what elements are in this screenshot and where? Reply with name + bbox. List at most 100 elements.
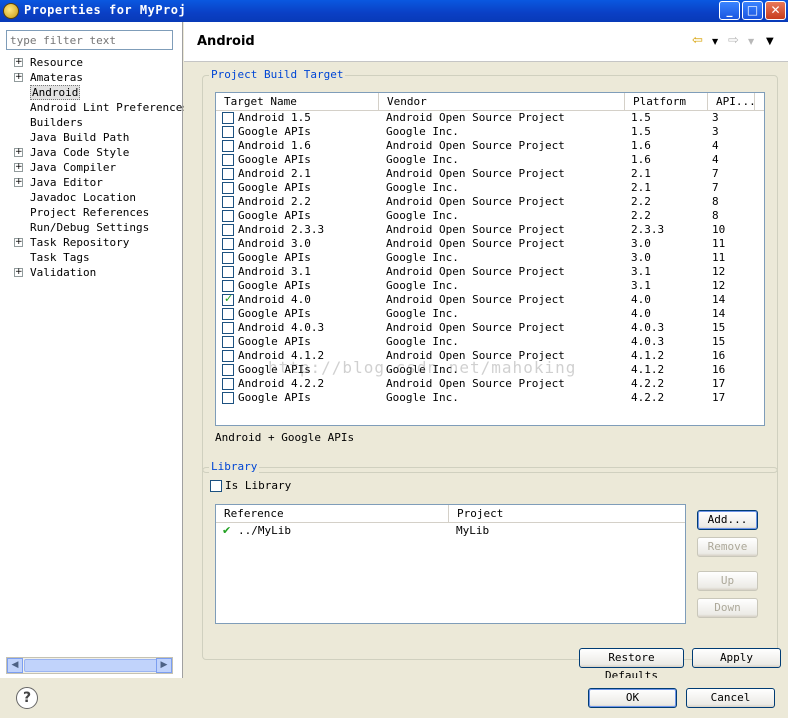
target-checkbox[interactable]	[222, 392, 234, 404]
target-checkbox[interactable]	[222, 154, 234, 166]
target-row[interactable]: Google APIs Google Inc. 4.2.2 17	[216, 391, 764, 405]
library-row[interactable]: ✔ ../MyLib MyLib	[216, 523, 685, 539]
target-row[interactable]: Android 1.5 Android Open Source Project 1.…	[216, 111, 764, 125]
tree-item-java-build-path[interactable]: Java Build Path	[14, 130, 189, 145]
tree-item-amateras[interactable]: + Amateras	[14, 70, 189, 85]
target-checkbox[interactable]	[222, 266, 234, 278]
target-row[interactable]: Android 4.0 Android Open Source Project 4.…	[216, 292, 764, 307]
library-header: Reference Project	[216, 505, 685, 523]
target-checkbox[interactable]	[222, 378, 234, 390]
maximize-button[interactable]: □	[742, 1, 763, 20]
tree-item-resource[interactable]: + Resource	[14, 55, 189, 70]
expand-icon[interactable]: +	[14, 148, 23, 157]
target-checkbox[interactable]	[222, 280, 234, 292]
target-checkbox[interactable]	[222, 182, 234, 194]
tree-item-task-repository[interactable]: + Task Repository	[14, 235, 189, 250]
apply-button[interactable]: Apply	[692, 648, 781, 668]
tree-item-android-lint-preferences[interactable]: Android Lint Preferences	[14, 100, 189, 115]
is-library-label: Is Library	[225, 479, 292, 492]
tree-item-builders[interactable]: Builders	[14, 115, 189, 130]
up-button[interactable]: Up	[697, 571, 758, 591]
tree-item-project-references[interactable]: Project References	[14, 205, 189, 220]
restore-defaults-button[interactable]: Restore Defaults	[579, 648, 684, 682]
help-icon[interactable]: ?	[16, 687, 38, 709]
forward-dropdown-icon[interactable]: ▼	[748, 37, 754, 46]
target-row[interactable]: Google APIs Google Inc. 4.0.3 15	[216, 335, 764, 349]
target-row[interactable]: Google APIs Google Inc. 3.1 12	[216, 279, 764, 293]
view-menu-icon[interactable]: ▼	[766, 36, 774, 47]
tree-item-android[interactable]: Android	[14, 85, 189, 100]
target-checkbox[interactable]	[222, 292, 234, 306]
target-checkbox[interactable]	[222, 210, 234, 222]
target-checkbox[interactable]	[222, 336, 234, 348]
add-button[interactable]: Add...	[697, 510, 758, 530]
target-row[interactable]: Android 2.3.3 Android Open Source Project…	[216, 223, 764, 237]
target-checkbox[interactable]	[222, 168, 234, 180]
expand-icon[interactable]: +	[14, 268, 23, 277]
target-row[interactable]: Android 4.0.3 Android Open Source Project…	[216, 321, 764, 335]
target-row[interactable]: Google APIs Google Inc. 3.0 11	[216, 251, 764, 265]
target-row[interactable]: Google APIs Google Inc. 2.2 8	[216, 209, 764, 223]
target-api-cell: 4	[712, 153, 719, 166]
expand-icon[interactable]: +	[14, 163, 23, 172]
target-row[interactable]: Android 3.1 Android Open Source Project 3.…	[216, 265, 764, 279]
target-checkbox[interactable]	[222, 126, 234, 138]
target-checkbox[interactable]	[222, 322, 234, 334]
column-platform[interactable]: Platform	[625, 93, 708, 111]
target-row[interactable]: Android 2.1 Android Open Source Project 2.…	[216, 167, 764, 181]
ok-button[interactable]: OK	[588, 688, 677, 708]
target-row[interactable]: Google APIs Google Inc. 2.1 7	[216, 181, 764, 195]
expand-icon[interactable]: +	[14, 73, 23, 82]
horizontal-scrollbar[interactable]: ◀ ▶	[6, 657, 173, 674]
target-checkbox[interactable]	[222, 112, 234, 124]
target-row[interactable]: Android 2.2 Android Open Source Project 2.…	[216, 195, 764, 209]
target-checkbox[interactable]	[222, 308, 234, 320]
target-row[interactable]: Android 1.6 Android Open Source Project 1.…	[216, 139, 764, 153]
forward-arrow-icon[interactable]: ⇨	[728, 33, 739, 48]
back-arrow-icon[interactable]: ⇦	[692, 33, 703, 48]
back-dropdown-icon[interactable]: ▼	[712, 37, 718, 46]
tree-item-validation[interactable]: + Validation	[14, 265, 189, 280]
target-row[interactable]: Google APIs Google Inc. 1.5 3	[216, 125, 764, 139]
target-checkbox[interactable]	[222, 196, 234, 208]
cancel-button[interactable]: Cancel	[686, 688, 775, 708]
target-checkbox[interactable]	[222, 364, 234, 376]
column-vendor[interactable]: Vendor	[379, 93, 625, 111]
target-checkbox[interactable]	[222, 140, 234, 152]
tree-item-java-compiler[interactable]: + Java Compiler	[14, 160, 189, 175]
expand-icon[interactable]: +	[14, 238, 23, 247]
tree-item-java-code-style[interactable]: + Java Code Style	[14, 145, 189, 160]
expand-icon[interactable]: +	[14, 178, 23, 187]
tree-item-java-editor[interactable]: + Java Editor	[14, 175, 189, 190]
scroll-left-icon[interactable]: ◀	[7, 658, 23, 673]
target-checkbox[interactable]	[222, 224, 234, 236]
target-checkbox[interactable]	[222, 350, 234, 362]
expand-icon[interactable]: +	[14, 58, 23, 67]
target-row[interactable]: Google APIs Google Inc. 1.6 4	[216, 153, 764, 167]
scroll-thumb[interactable]	[24, 659, 158, 672]
filter-input[interactable]	[6, 30, 173, 50]
is-library-checkbox[interactable]	[210, 480, 222, 492]
target-checkbox[interactable]	[222, 252, 234, 264]
close-button[interactable]: ✕	[765, 1, 786, 20]
target-api-cell: 10	[712, 223, 726, 236]
column-reference[interactable]: Reference	[216, 505, 449, 523]
tree-item-run-debug-settings[interactable]: Run/Debug Settings	[14, 220, 189, 235]
remove-button[interactable]: Remove	[697, 537, 758, 557]
target-row[interactable]: Android 4.1.2 Android Open Source Project…	[216, 349, 764, 363]
column-project[interactable]: Project	[449, 505, 685, 523]
column-api[interactable]: API...	[708, 93, 756, 111]
tree-item-javadoc-location[interactable]: Javadoc Location	[14, 190, 189, 205]
target-name-cell: Google APIs	[238, 251, 311, 264]
tree-item-task-tags[interactable]: Task Tags	[14, 250, 189, 265]
minimize-button[interactable]: _	[719, 1, 740, 20]
down-button[interactable]: Down	[697, 598, 758, 618]
column-target-name[interactable]: Target Name	[216, 93, 379, 111]
target-row[interactable]: Android 4.2.2 Android Open Source Project…	[216, 377, 764, 391]
target-checkbox[interactable]	[222, 238, 234, 250]
target-row[interactable]: Google APIs Google Inc. 4.1.2 16	[216, 363, 764, 377]
target-row[interactable]: Android 3.0 Android Open Source Project 3.…	[216, 237, 764, 251]
scroll-right-icon[interactable]: ▶	[156, 658, 172, 673]
page-header: Android ⇦ ▼ ⇨ ▼ ▼	[184, 22, 788, 62]
target-row[interactable]: Google APIs Google Inc. 4.0 14	[216, 307, 764, 321]
